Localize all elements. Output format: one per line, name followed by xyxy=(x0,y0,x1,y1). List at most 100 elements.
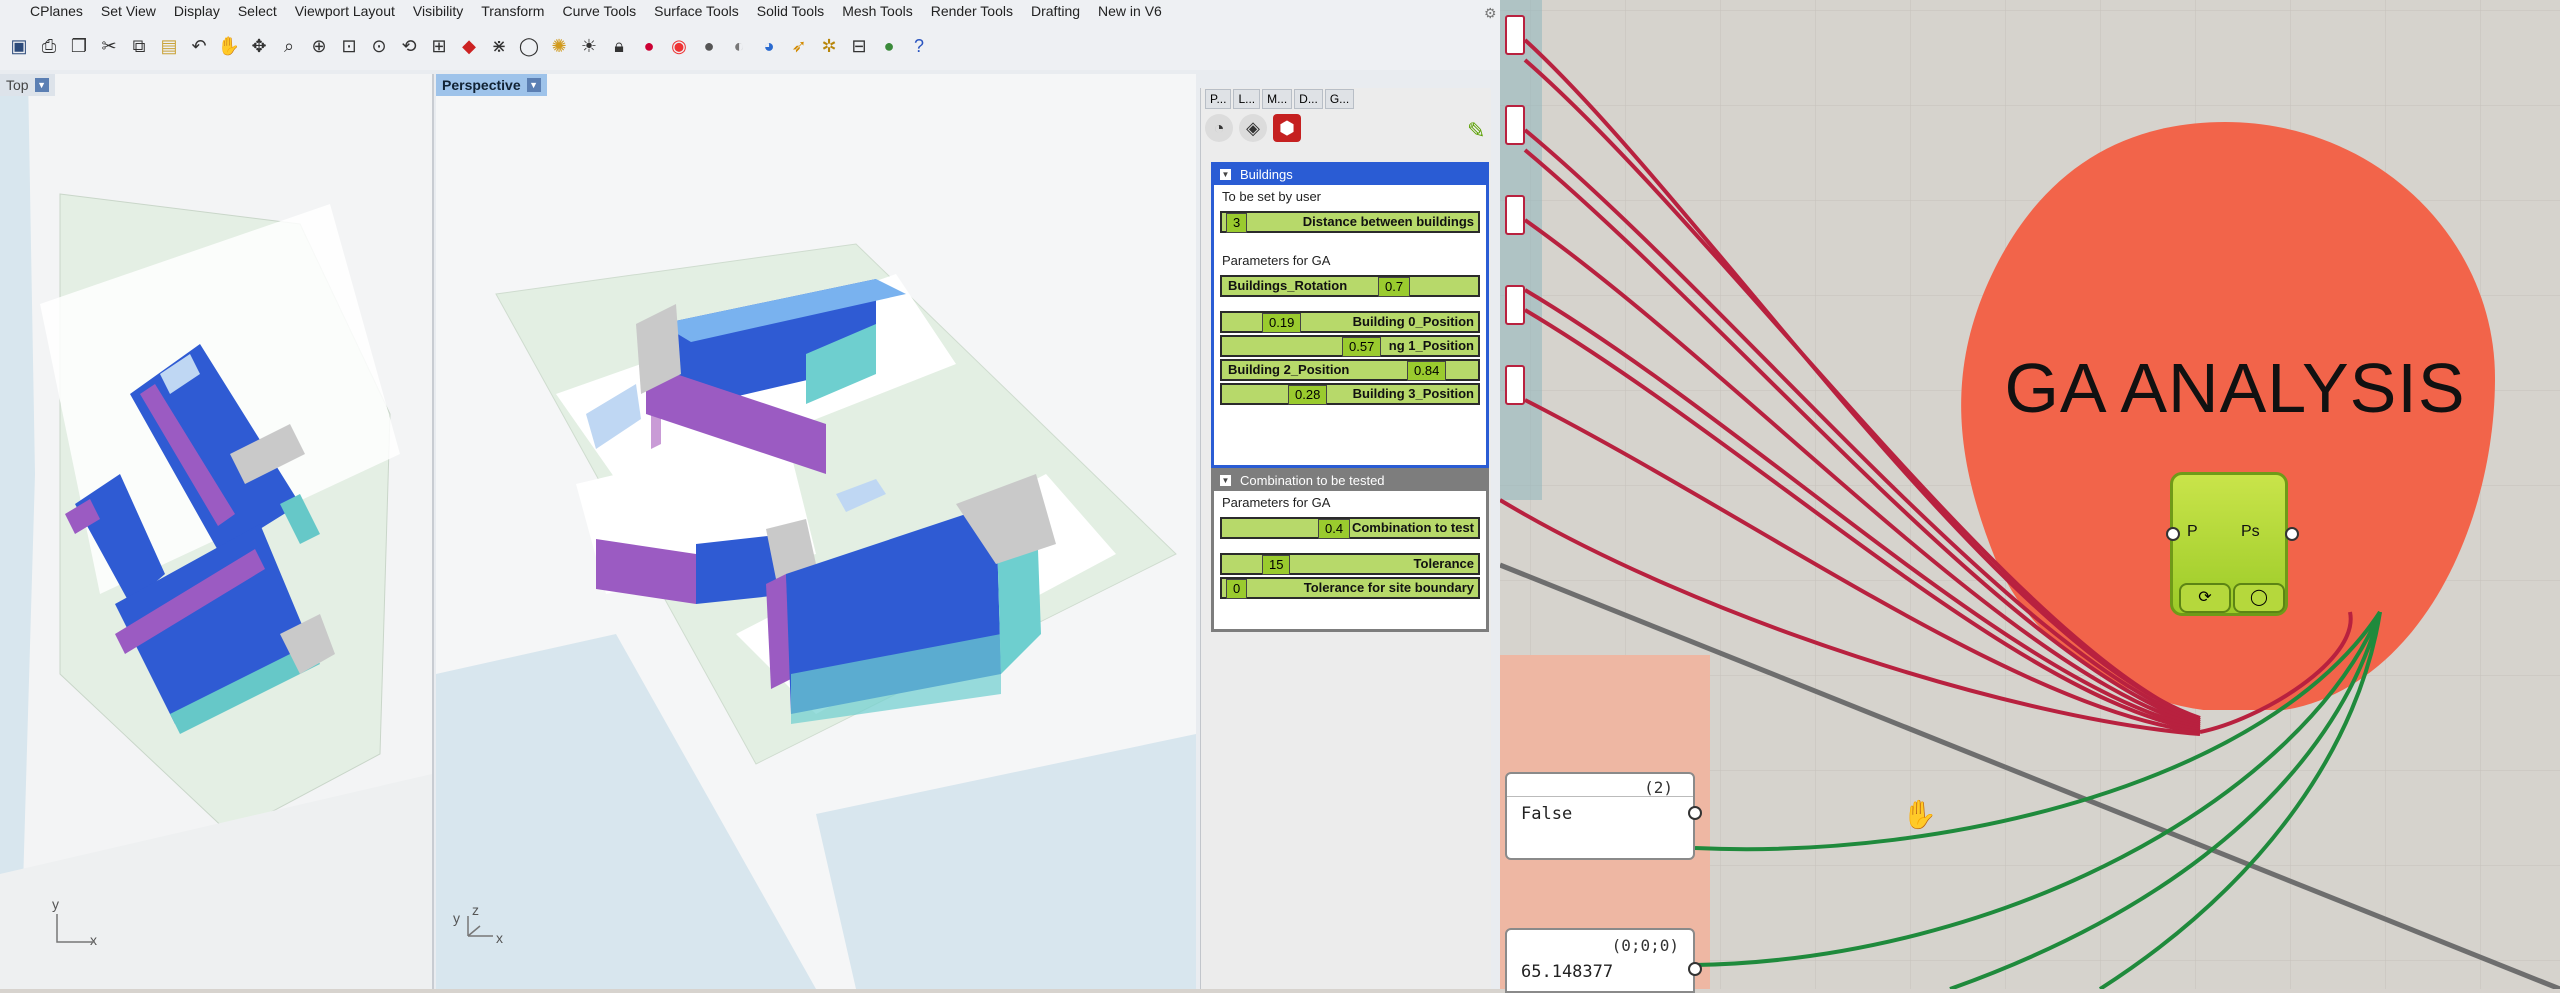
top-viewport-tab[interactable]: Top ▼ xyxy=(0,74,55,96)
output-port[interactable] xyxy=(1688,806,1702,820)
collapse-icon[interactable]: ▼ xyxy=(1220,169,1231,180)
render-icon[interactable]: ● xyxy=(636,33,662,59)
color-wheel-icon[interactable]: ◉ xyxy=(666,33,692,59)
point-panel[interactable]: (0;0;0) 65.148377 xyxy=(1505,928,1695,993)
output-port[interactable] xyxy=(2285,527,2299,541)
galapagos-component[interactable]: P Ps ⟳ ◯ xyxy=(2166,472,2299,616)
menu-transform[interactable]: Transform xyxy=(472,3,553,19)
top-view-scene xyxy=(0,74,432,989)
top-viewport[interactable]: Top ▼ y x xyxy=(0,74,434,989)
site-tolerance-slider[interactable]: 0 Tolerance for site boundary xyxy=(1220,577,1480,599)
menu-surface-tools[interactable]: Surface Tools xyxy=(645,3,748,19)
tab-grasshopper[interactable]: G... xyxy=(1324,89,1355,109)
building-2-value: 0.84 xyxy=(1407,361,1447,381)
building-0-slider[interactable]: 0.19 Building 0_Position xyxy=(1220,311,1480,333)
gear-icon[interactable]: ⚙ xyxy=(1484,6,1498,20)
chevron-down-icon[interactable]: ▼ xyxy=(526,78,541,92)
menu-viewport-layout[interactable]: Viewport Layout xyxy=(286,3,404,19)
menu-new-in-v6[interactable]: New in V6 xyxy=(1089,3,1171,19)
copy-clipboard-icon[interactable]: ⧉ xyxy=(126,33,152,59)
rotation-value: 0.7 xyxy=(1378,277,1411,297)
rotate-icon[interactable]: ✥ xyxy=(246,33,272,59)
tab-materials[interactable]: M... xyxy=(1262,89,1293,109)
rotate-view-icon[interactable]: ⟲ xyxy=(396,33,422,59)
grid-icon[interactable]: ⊟ xyxy=(846,33,872,59)
copy-icon[interactable]: ❐ xyxy=(66,33,92,59)
boolean-value: False xyxy=(1521,804,1573,824)
lock-icon[interactable]: 🔒︎ xyxy=(606,33,632,59)
buildings-group: ▼ Buildings To be set by user 3 Distance… xyxy=(1211,162,1489,468)
input-port[interactable] xyxy=(2166,527,2180,541)
object-icon[interactable]: ✲ xyxy=(816,33,842,59)
perspective-viewport[interactable]: Perspective ▼ y z x xyxy=(436,74,1196,989)
top-viewport-title: Top xyxy=(6,77,29,93)
sphere-icon[interactable]: ● xyxy=(696,33,722,59)
sparkle-icon[interactable]: ✺ xyxy=(546,33,572,59)
snap-icon[interactable]: ⋇ xyxy=(486,33,512,59)
output-port[interactable] xyxy=(1688,962,1702,976)
refresh-icon[interactable]: ⟳ xyxy=(2179,583,2231,613)
boolean-panel[interactable]: (2) False xyxy=(1505,772,1695,860)
menu-solid-tools[interactable]: Solid Tools xyxy=(748,3,833,19)
menu-render-tools[interactable]: Render Tools xyxy=(922,3,1022,19)
tolerance-value: 15 xyxy=(1262,555,1291,575)
zoom-window-icon[interactable]: ⊕ xyxy=(306,33,332,59)
axis-gizmo-icon xyxy=(56,914,95,943)
chevron-down-icon[interactable]: ▼ xyxy=(34,78,49,92)
tolerance-slider[interactable]: 15 Tolerance xyxy=(1220,553,1480,575)
undo-icon[interactable]: ↶ xyxy=(186,33,212,59)
rotation-slider[interactable]: Buildings_Rotation 0.7 xyxy=(1220,275,1480,297)
building-1-slider[interactable]: 0.57 ng 1_Position xyxy=(1220,335,1480,357)
building-3-slider[interactable]: 0.28 Building 3_Position xyxy=(1220,383,1480,405)
buildings-group-header[interactable]: ▼ Buildings xyxy=(1214,165,1486,185)
ellipse-icon[interactable]: ◯ xyxy=(516,33,542,59)
preview-icon[interactable]: ◔ xyxy=(1205,114,1233,142)
cut-icon[interactable]: ✂ xyxy=(96,33,122,59)
zoom-selected-icon[interactable]: ⊙ xyxy=(366,33,392,59)
hand-cursor-icon: ✋ xyxy=(1902,799,1937,830)
menu-display[interactable]: Display xyxy=(165,3,229,19)
collapse-icon[interactable]: ▼ xyxy=(1220,475,1231,486)
combination-slider[interactable]: 0.4 Combination to test xyxy=(1220,517,1480,539)
four-viewports-icon[interactable]: ⊞ xyxy=(426,33,452,59)
tab-properties[interactable]: P... xyxy=(1205,89,1232,109)
selected-icon[interactable]: ⬢ xyxy=(1273,114,1301,142)
help-icon[interactable]: ? xyxy=(906,33,932,59)
zoom-icon[interactable]: ⌕ xyxy=(276,33,302,59)
input-p-label: P xyxy=(2187,523,2198,540)
arrow-icon[interactable]: ➶ xyxy=(786,33,812,59)
combination-label: Combination to test xyxy=(1351,520,1474,535)
menu-mesh-tools[interactable]: Mesh Tools xyxy=(833,3,922,19)
combination-group: ▼ Combination to be tested Parameters fo… xyxy=(1211,468,1489,632)
light-icon[interactable]: ☀ xyxy=(576,33,602,59)
menu-cplanes[interactable]: CPlanes xyxy=(0,3,92,19)
zoom-extents-icon[interactable]: ⊡ xyxy=(336,33,362,59)
save-icon[interactable]: ▣ xyxy=(6,33,32,59)
combination-group-title: Combination to be tested xyxy=(1240,473,1385,488)
building-2-slider[interactable]: Building 2_Position 0.84 xyxy=(1220,359,1480,381)
car-icon[interactable]: ◆ xyxy=(456,33,482,59)
distance-value: 3 xyxy=(1226,213,1248,233)
tab-display[interactable]: D... xyxy=(1294,89,1323,109)
panel-header xyxy=(1507,774,1693,797)
menu-drafting[interactable]: Drafting xyxy=(1022,3,1089,19)
perspective-viewport-tab[interactable]: Perspective ▼ xyxy=(436,74,547,96)
pencil-icon[interactable]: ✎ xyxy=(1467,118,1485,144)
circle-icon[interactable]: ◯ xyxy=(2233,583,2285,613)
tab-layers[interactable]: L... xyxy=(1233,89,1261,109)
menu-select[interactable]: Select xyxy=(229,3,286,19)
menu-curve-tools[interactable]: Curve Tools xyxy=(553,3,645,19)
shaded-icon[interactable]: ◈ xyxy=(1239,114,1267,142)
print-icon[interactable]: ⎙ xyxy=(36,33,62,59)
building-2-label: Building 2_Position xyxy=(1228,362,1350,377)
combination-group-header[interactable]: ▼ Combination to be tested xyxy=(1214,471,1486,491)
user-section-label: To be set by user xyxy=(1222,189,1321,204)
menu-visibility[interactable]: Visibility xyxy=(404,3,472,19)
distance-slider[interactable]: 3 Distance between buildings xyxy=(1220,211,1480,233)
pan-icon[interactable]: ✋ xyxy=(216,33,242,59)
globe-icon[interactable]: ◕ xyxy=(756,33,782,59)
globe-icon[interactable]: ● xyxy=(876,33,902,59)
paste-icon[interactable]: ▤ xyxy=(156,33,182,59)
menu-set-view[interactable]: Set View xyxy=(92,3,165,19)
material-icon[interactable]: ◐ xyxy=(726,33,752,59)
